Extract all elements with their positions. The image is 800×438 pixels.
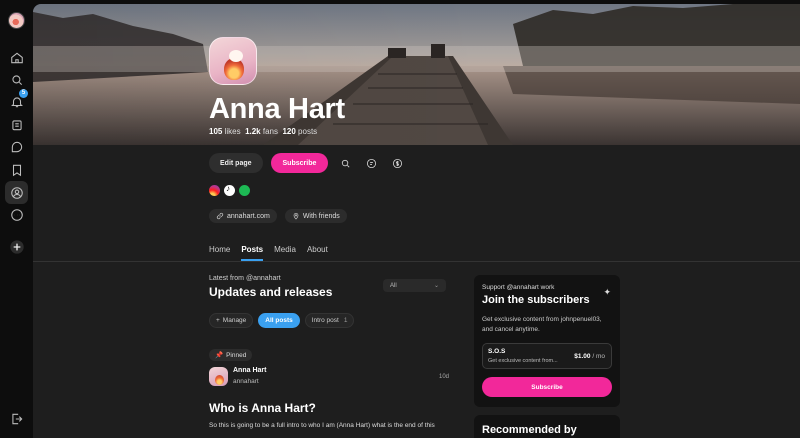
home-icon[interactable] bbox=[8, 49, 25, 66]
likes-label: likes bbox=[224, 127, 241, 136]
left-sidebar: 5 bbox=[0, 0, 33, 438]
posts-count: 120 bbox=[282, 127, 296, 136]
plus-icon[interactable] bbox=[8, 238, 25, 255]
location-label: With friends bbox=[302, 212, 340, 220]
post-filter-select[interactable]: All ⌄ bbox=[383, 279, 446, 292]
support-card: Support @annahart work Join the subscrib… bbox=[474, 275, 620, 407]
notification-badge: 5 bbox=[19, 89, 28, 98]
support-description: Get exclusive content from johnpenuel03,… bbox=[482, 316, 602, 333]
feed-kicker: Latest from @annahart bbox=[209, 275, 281, 282]
cover-image bbox=[33, 4, 800, 145]
support-title: Join the subscribers bbox=[482, 294, 590, 306]
fans-label: fans bbox=[262, 127, 278, 136]
search-icon[interactable] bbox=[8, 71, 25, 88]
location-chip[interactable]: With friends bbox=[284, 209, 347, 223]
likes-count: 105 bbox=[209, 127, 223, 136]
main-content: Anna Hart 105 likes 1.2k fans 120 posts … bbox=[33, 4, 800, 438]
location-pin-icon bbox=[293, 213, 299, 220]
instagram-icon[interactable] bbox=[209, 185, 220, 196]
tier-price-period: / mo bbox=[592, 353, 605, 360]
tabs-divider bbox=[33, 261, 800, 262]
more-icon[interactable] bbox=[8, 206, 25, 223]
filter-value: All bbox=[390, 282, 397, 289]
website-link[interactable]: annahart.com bbox=[209, 209, 277, 223]
manage-button[interactable]: + Manage bbox=[209, 313, 254, 328]
profile-stats: 105 likes 1.2k fans 120 posts bbox=[209, 127, 317, 136]
profile-avatar[interactable] bbox=[209, 37, 257, 85]
tier-price: $1.00 / mo bbox=[574, 353, 605, 360]
edit-page-button[interactable]: Edit page bbox=[209, 153, 263, 173]
website-label: annahart.com bbox=[227, 212, 270, 220]
support-subscribe-button[interactable]: Subscribe bbox=[482, 377, 612, 397]
tab-posts[interactable]: Posts bbox=[241, 245, 264, 261]
profile-actions: Edit page Subscribe bbox=[209, 153, 406, 173]
post-timestamp: 10d bbox=[439, 374, 450, 380]
tip-dollar-icon[interactable] bbox=[388, 154, 406, 172]
intro-post-filter[interactable]: Intro post 1 bbox=[304, 313, 355, 328]
bookmark-icon[interactable] bbox=[8, 161, 25, 178]
message-icon[interactable] bbox=[362, 154, 380, 172]
tab-about[interactable]: About bbox=[307, 245, 328, 261]
recommended-card: Recommended by bbox=[474, 415, 620, 438]
pinned-label: Pinned bbox=[226, 351, 247, 359]
pinned-badge: 📌 Pinned bbox=[209, 349, 253, 361]
chevron-down-icon: ⌄ bbox=[433, 283, 439, 289]
user-avatar[interactable] bbox=[8, 12, 25, 29]
support-kicker: Support @annahart work bbox=[482, 284, 555, 291]
subscribe-button[interactable]: Subscribe bbox=[270, 153, 329, 173]
post-author-handle: annahart bbox=[233, 378, 259, 385]
profile-icon[interactable] bbox=[5, 181, 28, 204]
link-icon bbox=[216, 212, 224, 220]
posts-label: posts bbox=[298, 127, 318, 136]
collections-icon[interactable] bbox=[8, 116, 25, 133]
post-title[interactable]: Who is Anna Hart? bbox=[209, 401, 316, 415]
post-excerpt: So this is going to be a full intro to w… bbox=[209, 422, 435, 429]
spotify-icon[interactable] bbox=[239, 185, 250, 196]
tiktok-icon[interactable] bbox=[224, 184, 235, 196]
intro-label: Intro post bbox=[311, 317, 339, 324]
social-links bbox=[209, 184, 250, 196]
profile-links: annahart.com With friends bbox=[209, 209, 347, 223]
intro-count: 1 bbox=[343, 317, 348, 324]
pin-icon: 📌 bbox=[215, 352, 224, 359]
fans-count: 1.2k bbox=[245, 127, 261, 136]
plus-small-icon: + bbox=[216, 317, 220, 324]
logout-icon[interactable] bbox=[8, 410, 25, 427]
post-author-name[interactable]: Anna Hart bbox=[233, 367, 266, 374]
bell-icon[interactable]: 5 bbox=[8, 89, 28, 110]
post-author-avatar[interactable] bbox=[209, 367, 228, 386]
search-profile-icon[interactable] bbox=[336, 154, 354, 172]
post-filters: + Manage All posts Intro post 1 bbox=[209, 313, 355, 328]
sparkle-icon: ✦ bbox=[603, 287, 611, 297]
tier-price-amount: $1.00 bbox=[574, 353, 591, 360]
recommended-title: Recommended by bbox=[482, 424, 577, 436]
tab-home[interactable]: Home bbox=[209, 245, 230, 261]
profile-tabs: Home Posts Media About bbox=[209, 245, 328, 261]
feed-title: Updates and releases bbox=[209, 285, 333, 299]
manage-label: Manage bbox=[222, 317, 247, 324]
tab-media[interactable]: Media bbox=[274, 245, 296, 261]
all-posts-filter[interactable]: All posts bbox=[258, 313, 300, 328]
profile-name: Anna Hart bbox=[209, 93, 345, 125]
subscription-tier[interactable]: S.O.S Get exclusive content from... $1.0… bbox=[482, 343, 612, 369]
chat-icon[interactable] bbox=[8, 138, 25, 155]
